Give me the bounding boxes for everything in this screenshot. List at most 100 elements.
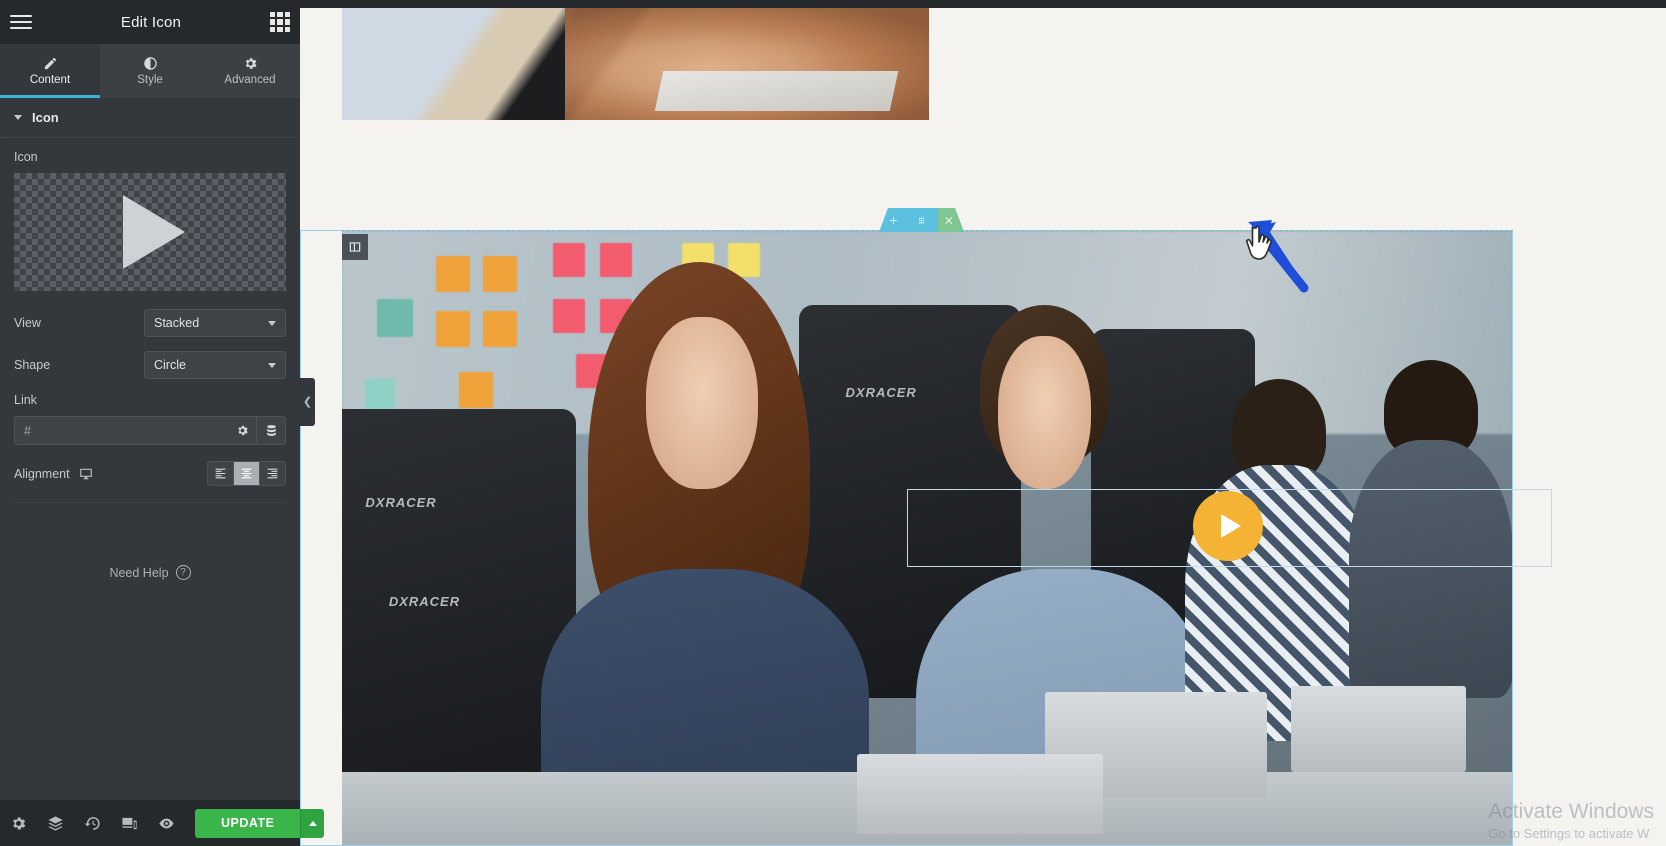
update-button-group: UPDATE [195, 808, 325, 838]
caret-up-icon [308, 820, 317, 826]
tab-style-label: Style [137, 74, 163, 86]
layers-icon[interactable] [47, 815, 64, 832]
grid-apps-icon[interactable] [270, 12, 290, 32]
sticky-note [552, 243, 585, 278]
align-center-icon [241, 468, 252, 479]
update-button[interactable]: UPDATE [195, 808, 301, 838]
alignment-buttons [207, 461, 286, 486]
sticky-note [377, 298, 414, 337]
shape-row: Shape Circle [14, 351, 286, 379]
section-add-button[interactable] [881, 208, 905, 232]
link-row: Link [14, 393, 286, 445]
watermark-line-2: Go to Settings to activate W [1488, 826, 1650, 841]
section-drag-handle[interactable] [909, 208, 933, 232]
database-icon [266, 425, 276, 436]
panel-tabs: Content Style Advanced [0, 44, 300, 98]
hero-image-hands-keyboard [342, 8, 929, 120]
align-left-icon [215, 468, 226, 479]
sticky-note [435, 310, 470, 347]
pencil-icon [44, 57, 56, 70]
view-value: Stacked [154, 316, 200, 330]
settings-gear-icon[interactable] [10, 815, 27, 832]
sticky-note [435, 255, 470, 292]
person-man-face [997, 335, 1092, 490]
icon-field-label: Icon [14, 150, 38, 164]
shape-value: Circle [154, 358, 186, 372]
update-options-button[interactable] [300, 808, 325, 838]
tab-content-label: Content [29, 74, 71, 86]
gear-icon [245, 58, 256, 69]
section-header-icon[interactable]: Icon [0, 98, 300, 138]
columns-layout-icon [349, 242, 361, 252]
play-triangle-icon [123, 195, 185, 269]
link-input[interactable] [14, 416, 228, 445]
align-right-icon [267, 468, 278, 479]
view-row: View Stacked [14, 309, 286, 337]
play-icon [1221, 514, 1241, 538]
link-dynamic-tags-button[interactable] [257, 416, 286, 445]
question-circle-icon: ? [175, 565, 191, 580]
link-options-button[interactable] [228, 416, 257, 445]
drag-dots-icon [916, 215, 927, 226]
chevron-down-icon [268, 320, 276, 326]
need-help-link[interactable]: Need Help ? [14, 565, 286, 580]
editor-canvas: ❮ DXRACER DXRACER DXRACER Activate Windo… [300, 0, 1666, 846]
close-x-icon [944, 215, 955, 226]
desktop-icon[interactable] [79, 467, 93, 481]
tab-advanced[interactable]: Advanced [200, 44, 300, 98]
canvas-top-strip [300, 0, 1666, 8]
need-help-label: Need Help [109, 565, 169, 580]
plus-icon [888, 215, 899, 226]
editor-sidebar-panel: Edit Icon Content Style Advanced Icon Ic… [0, 0, 325, 846]
tab-content[interactable]: Content [0, 44, 100, 98]
chair-brand-label: DXRACER [365, 495, 437, 511]
chair-brand-label: DXRACER [388, 593, 461, 609]
history-revisions-icon[interactable] [84, 815, 101, 832]
sticky-note [599, 243, 632, 278]
page-title: Edit Icon [120, 13, 182, 31]
chair-brand-label: DXRACER [845, 384, 917, 400]
tab-advanced-label: Advanced [224, 74, 276, 86]
tab-style[interactable]: Style [100, 44, 200, 98]
panel-footer: UPDATE [0, 800, 325, 846]
alignment-label: Alignment [14, 466, 70, 481]
chevron-down-icon [268, 362, 276, 368]
link-label: Link [14, 393, 37, 407]
sticky-note [552, 298, 585, 333]
sticky-note [365, 378, 396, 409]
laptop [857, 753, 1104, 834]
sticky-note [482, 255, 517, 292]
align-right-button[interactable] [259, 461, 286, 486]
windows-activation-watermark: Activate Windows Go to Settings to activ… [1488, 799, 1654, 842]
align-center-button[interactable] [233, 461, 260, 486]
view-label: View [14, 316, 41, 330]
play-button-widget[interactable] [1193, 491, 1263, 561]
laptop [1290, 686, 1467, 773]
shape-label: Shape [14, 358, 51, 372]
contrast-icon [143, 57, 157, 70]
elementor-editor-window: Edit Icon Content Style Advanced Icon Ic… [0, 0, 1666, 846]
shape-select[interactable]: Circle [144, 351, 286, 379]
keyboard-region [654, 70, 899, 112]
chevron-down-icon [14, 115, 22, 120]
responsive-mode-icon[interactable] [121, 815, 138, 832]
person-woman-face [646, 317, 758, 490]
alignment-row: Alignment [14, 461, 286, 503]
section-toolbar [879, 208, 964, 232]
sticky-note [482, 310, 517, 347]
chevron-left-icon: ❮ [302, 395, 313, 408]
panel-header: Edit Icon [0, 0, 300, 44]
preview-eye-icon[interactable] [158, 815, 175, 832]
view-select[interactable]: Stacked [144, 309, 286, 337]
watermark-line-1: Activate Windows [1488, 800, 1654, 823]
panel-body: Icon View Stacked Shape Circle Link # Al… [0, 138, 300, 800]
gear-icon [237, 425, 248, 436]
align-left-button[interactable] [207, 461, 234, 486]
icon-preview[interactable] [14, 173, 286, 291]
sticky-note [459, 372, 494, 409]
person-bg-2-torso [1349, 440, 1513, 699]
hamburger-icon[interactable] [10, 15, 32, 29]
section-columns-handle[interactable] [342, 234, 368, 260]
panel-collapse-toggle[interactable]: ❮ [300, 378, 315, 426]
section-delete-button[interactable] [938, 208, 962, 232]
